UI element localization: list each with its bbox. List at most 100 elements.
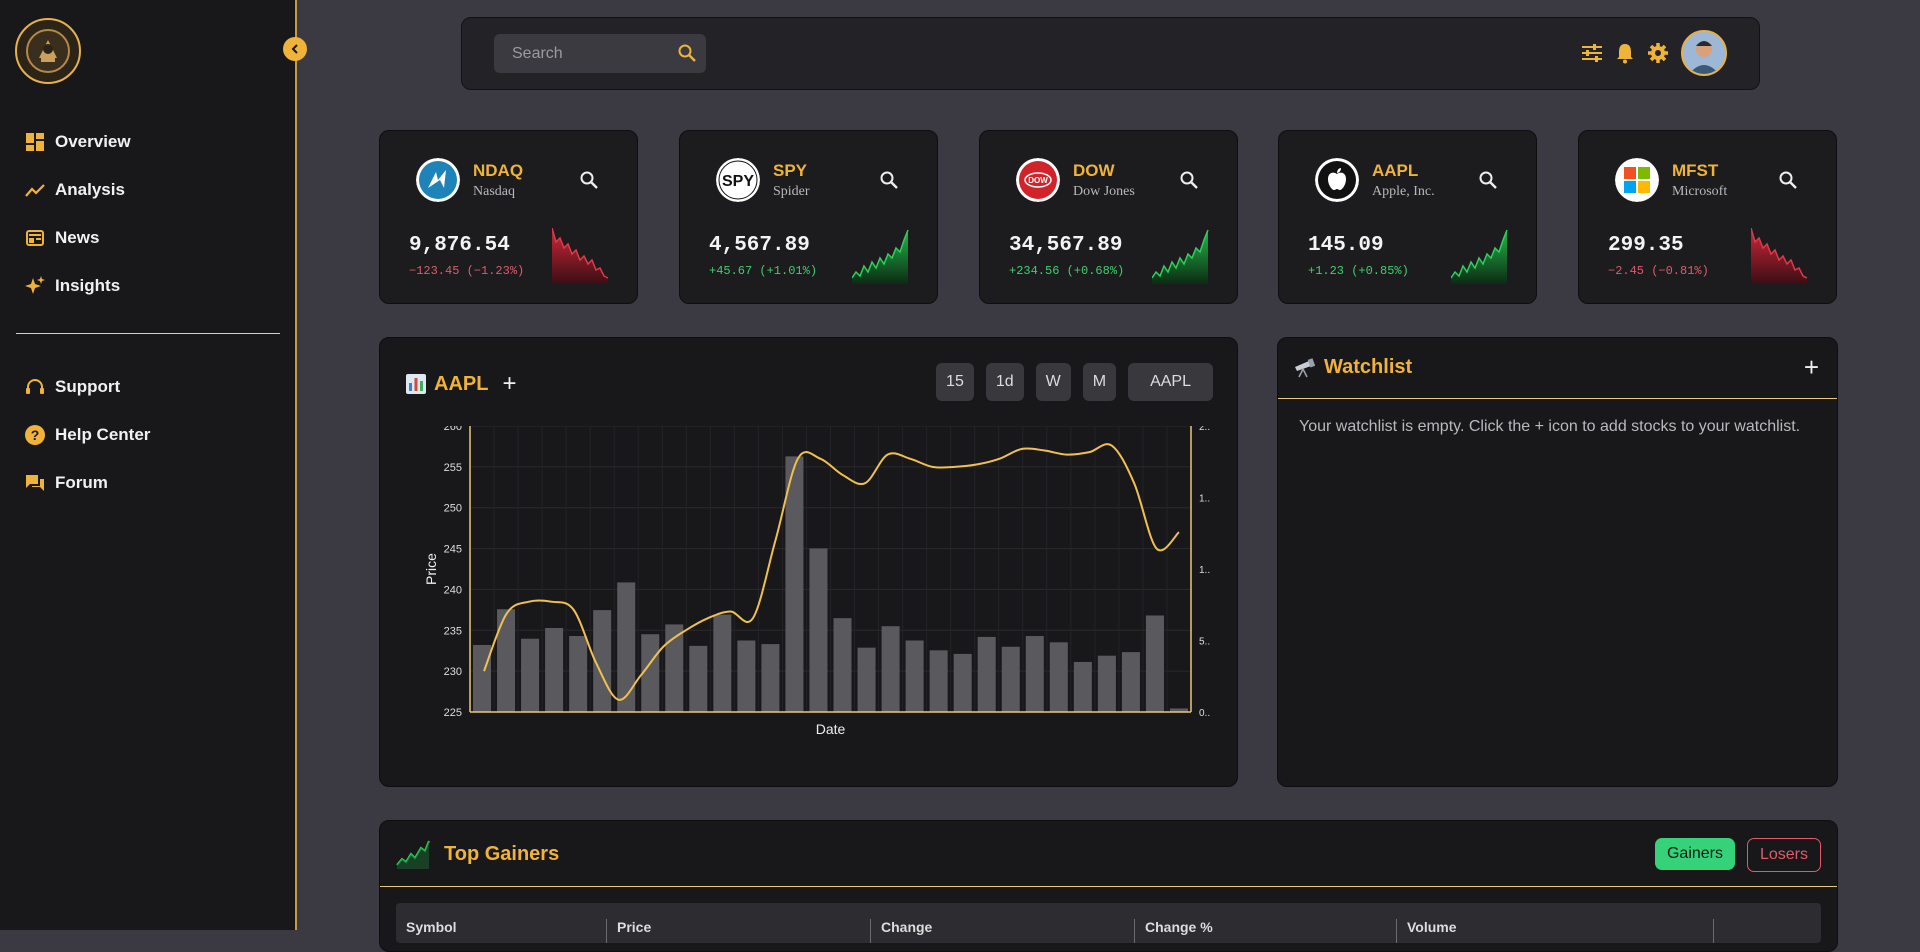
nav-item-label: News — [55, 228, 100, 247]
nav-item-insights[interactable]: Insights — [25, 271, 120, 301]
top-actions — [1569, 30, 1727, 76]
search-icon[interactable] — [678, 44, 696, 67]
nav-item-news[interactable]: News — [25, 223, 99, 253]
ticker-name: Dow Jones — [1073, 184, 1135, 199]
spy-logo-icon: SPY — [716, 158, 760, 202]
y2-tick-label: 0.. — [1199, 708, 1210, 719]
volume-bar — [1145, 615, 1164, 712]
volume-bar — [1001, 646, 1020, 712]
column-header-price[interactable]: Price — [606, 919, 651, 943]
ticker-price: 9,876.54 — [409, 234, 510, 257]
volume-bar — [1097, 655, 1116, 712]
top-gainers-panel: Top Gainers Gainers Losers Symbol Price … — [379, 820, 1838, 952]
ticker-card-ndaq[interactable]: NDAQ Nasdaq 9,876.54 −123.45 (−1.23%) — [379, 130, 638, 304]
ticker-symbol: DOW — [1073, 161, 1115, 180]
price-line — [483, 443, 1180, 701]
sparkline-down — [552, 228, 609, 284]
volume-bar — [1073, 661, 1092, 712]
volume-bar — [905, 640, 924, 712]
sparkline-up — [1152, 229, 1209, 284]
watchlist-empty-message: Your watchlist is empty. Click the + ico… — [1299, 418, 1801, 435]
watchlist-title: Watchlist — [1324, 356, 1413, 378]
ticker-price: 299.35 — [1608, 234, 1684, 257]
watchlist-panel: Watchlist + Your watchlist is empty. Cli… — [1277, 337, 1838, 787]
nav-item-analysis[interactable]: Analysis — [25, 175, 125, 205]
ticker-change: −2.45 (−0.81%) — [1608, 264, 1709, 278]
volume-bar — [1025, 636, 1044, 712]
search-box[interactable] — [494, 34, 706, 73]
y-tick-label: 235 — [444, 625, 462, 637]
volume-bar — [785, 456, 804, 712]
chevron-left-icon — [291, 44, 298, 54]
ticker-card-spy[interactable]: SPY SPY Spider 4,567.89 +45.67 (+1.01%) — [679, 130, 938, 304]
sidebar: Overview Analysis News Insights Support … — [0, 0, 307, 930]
range-button-m[interactable]: M — [1082, 363, 1117, 401]
collapse-sidebar-button[interactable] — [283, 37, 307, 61]
top-gainers-title: Top Gainers — [444, 842, 560, 865]
search-icon[interactable] — [1180, 171, 1198, 194]
range-button-w[interactable]: W — [1035, 363, 1071, 401]
symbol-select-button[interactable]: AAPL — [1128, 363, 1213, 401]
logo[interactable] — [15, 18, 81, 84]
search-icon[interactable] — [1479, 171, 1497, 194]
column-header-volume[interactable]: Volume — [1396, 919, 1457, 943]
add-watchlist-button[interactable]: + — [1804, 352, 1819, 383]
dashboard-icon — [25, 132, 45, 152]
price-chart[interactable]: 260 255 250 245 240 235 230 225 2.. 1.. 1.. 5.. 0.. D… — [380, 426, 1237, 786]
range-selector: 15 1d W M AAPL — [924, 363, 1213, 401]
ticker-price: 4,567.89 — [709, 234, 810, 257]
volume-bar — [833, 618, 852, 712]
search-icon[interactable] — [580, 171, 598, 194]
volume-bar — [809, 548, 828, 712]
search-icon[interactable] — [880, 171, 898, 194]
y-tick-label: 230 — [444, 666, 462, 678]
gear-icon[interactable] — [1647, 42, 1669, 64]
column-header-change[interactable]: Change — [870, 919, 932, 943]
search-input[interactable] — [510, 44, 674, 64]
gainers-button[interactable]: Gainers — [1654, 838, 1735, 870]
ticker-card-dow[interactable]: DOW DOW Dow Jones 34,567.89 +234.56 (+0.… — [979, 130, 1238, 304]
volume-bar — [1121, 652, 1140, 712]
nav-item-forum[interactable]: Forum — [25, 468, 108, 498]
chart-panel: AAPL + 15 1d W M AAPL 260 255 250 245 240 235… — [379, 337, 1238, 787]
nav-item-label: Forum — [55, 473, 108, 492]
y-tick-label: 225 — [444, 707, 462, 719]
volume-bar — [713, 614, 732, 712]
user-avatar-button[interactable] — [1681, 30, 1727, 76]
bell-icon[interactable] — [1615, 42, 1635, 64]
nav-item-help-center[interactable]: ? Help Center — [25, 420, 150, 450]
microsoft-logo-icon — [1615, 158, 1659, 202]
volume-bar — [689, 645, 708, 712]
svg-text:DOW: DOW — [1028, 176, 1048, 185]
add-symbol-button[interactable]: + — [502, 370, 516, 398]
ticker-card-aapl[interactable]: AAPL Apple, Inc. 145.09 +1.23 (+0.85%) — [1278, 130, 1537, 304]
top-bar — [461, 17, 1760, 90]
sparkline-down — [1751, 228, 1808, 284]
volume-bar — [473, 644, 492, 712]
column-header-change-pct[interactable]: Change % — [1134, 919, 1213, 943]
losers-button[interactable]: Losers — [1746, 838, 1821, 872]
range-button-15[interactable]: 15 — [936, 363, 974, 401]
column-header-symbol[interactable]: Symbol — [396, 919, 457, 943]
nav-item-label: Insights — [55, 276, 121, 295]
volume-bar — [617, 582, 636, 712]
chart-symbol: AAPL — [434, 372, 489, 395]
y-tick-label: 245 — [444, 544, 462, 556]
nav-item-overview[interactable]: Overview — [25, 127, 131, 157]
volume-bar — [569, 636, 588, 712]
svg-text:?: ? — [31, 427, 40, 443]
sliders-icon[interactable] — [1581, 43, 1603, 63]
volume-bar — [857, 647, 876, 712]
forum-icon — [25, 473, 45, 493]
ticker-change: +1.23 (+0.85%) — [1308, 264, 1409, 278]
volume-bar — [545, 627, 564, 712]
avatar — [1681, 30, 1727, 76]
search-icon[interactable] — [1779, 171, 1797, 194]
chart-up-icon — [396, 839, 430, 869]
nav-item-support[interactable]: Support — [25, 372, 120, 402]
ticker-name: Nasdaq — [473, 184, 515, 199]
table-header: Symbol Price Change Change % Volume — [396, 903, 1821, 943]
ticker-card-mfst[interactable]: MFST Microsoft 299.35 −2.45 (−0.81%) — [1578, 130, 1837, 304]
range-button-1d[interactable]: 1d — [985, 363, 1024, 401]
volume-bar — [497, 609, 516, 712]
